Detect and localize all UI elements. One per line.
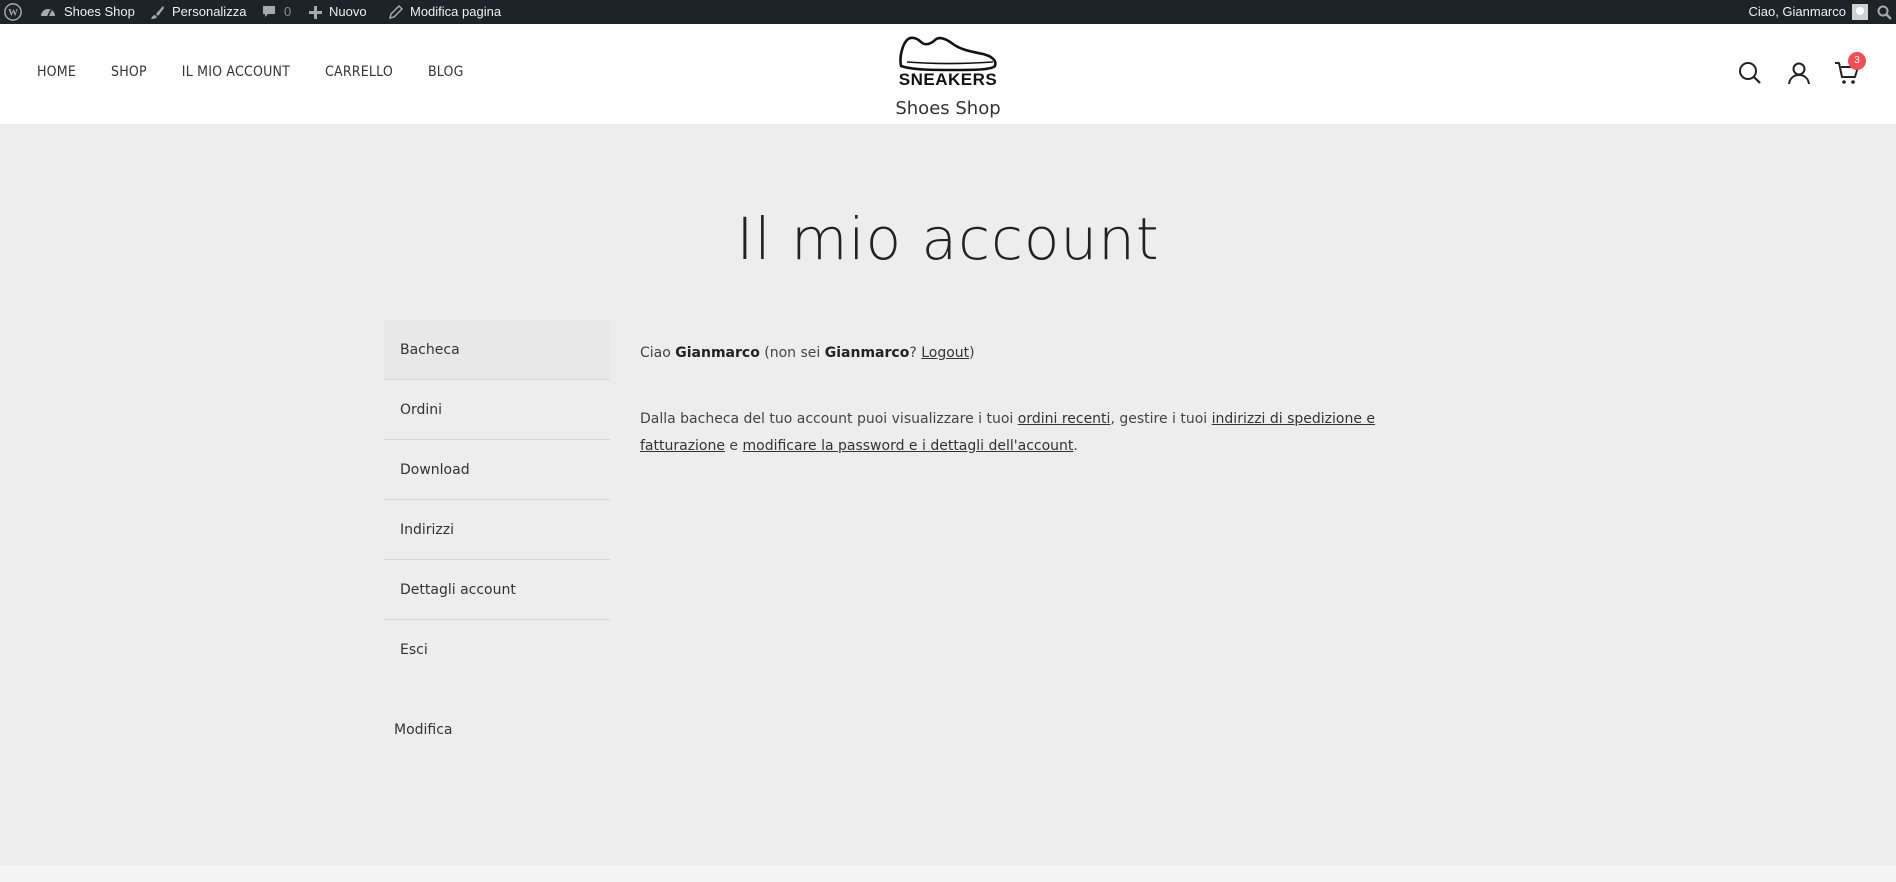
dashboard-text-4: . bbox=[1073, 438, 1078, 454]
logo-text: SNEAKERS bbox=[898, 70, 998, 89]
admin-new-link[interactable]: Nuovo bbox=[309, 0, 367, 24]
dashboard-icon bbox=[40, 5, 56, 19]
account-nav-logout[interactable]: Esci bbox=[384, 620, 610, 680]
sneaker-icon bbox=[899, 36, 997, 72]
svg-text:W: W bbox=[8, 8, 18, 19]
admin-account-link[interactable]: Ciao, Gianmarco bbox=[1748, 0, 1868, 24]
admin-site-name: Shoes Shop bbox=[64, 4, 135, 19]
main-nav: HOME SHOP IL MIO ACCOUNT CARRELLO BLOG bbox=[37, 64, 499, 80]
nav-item-my-account[interactable]: IL MIO ACCOUNT bbox=[182, 64, 290, 80]
comment-icon bbox=[262, 5, 276, 19]
nav-item-blog[interactable]: BLOG bbox=[428, 64, 464, 80]
edit-link[interactable]: Modifica bbox=[394, 722, 453, 738]
account-nav-orders[interactable]: Ordini bbox=[384, 380, 610, 440]
account-nav-downloads[interactable]: Download bbox=[384, 440, 610, 500]
cart-count-badge: 3 bbox=[1848, 52, 1866, 70]
account-content: Ciao Gianmarco (non sei Gianmarco? Logou… bbox=[640, 340, 1380, 460]
dashboard-text-3: e bbox=[724, 438, 743, 454]
wordpress-logo-icon[interactable]: W bbox=[4, 0, 22, 24]
page-title: Il mio account bbox=[736, 205, 1160, 273]
username: Gianmarco bbox=[675, 345, 760, 361]
search-icon[interactable] bbox=[1737, 60, 1763, 86]
footer-strip bbox=[0, 866, 1896, 882]
admin-bar: W Shoes Shop Personalizza 0 Nuovo Modifi… bbox=[0, 0, 1896, 24]
admin-customize-link[interactable]: Personalizza bbox=[150, 0, 246, 24]
close-paren: ) bbox=[969, 345, 975, 361]
admin-comments-link[interactable]: 0 bbox=[262, 0, 291, 24]
pencil-icon bbox=[389, 5, 403, 19]
dashboard-paragraph: Dalla bacheca del tuo account puoi visua… bbox=[640, 406, 1380, 460]
recent-orders-link[interactable]: ordini recenti bbox=[1018, 411, 1111, 427]
account-navigation: Bacheca Ordini Download Indirizzi Dettag… bbox=[384, 320, 610, 680]
site-header: HOME SHOP IL MIO ACCOUNT CARRELLO BLOG S… bbox=[0, 24, 1896, 124]
account-nav-addresses[interactable]: Indirizzi bbox=[384, 500, 610, 560]
not-you-suffix: ? bbox=[909, 345, 922, 361]
site-logo[interactable]: SNEAKERS bbox=[893, 32, 1003, 94]
admin-site-link[interactable]: Shoes Shop bbox=[40, 0, 135, 24]
edit-account-link[interactable]: modificare la password e i dettagli dell… bbox=[743, 438, 1074, 454]
nav-item-cart[interactable]: CARRELLO bbox=[325, 64, 393, 80]
dashboard-text-1: Dalla bacheca del tuo account puoi visua… bbox=[640, 411, 1018, 427]
admin-comments-count: 0 bbox=[284, 4, 292, 19]
not-you-username: Gianmarco bbox=[824, 345, 910, 361]
admin-edit-page-link[interactable]: Modifica pagina bbox=[389, 0, 501, 24]
brush-icon bbox=[150, 5, 165, 20]
admin-customize-label: Personalizza bbox=[172, 4, 247, 19]
logout-link[interactable]: Logout bbox=[921, 345, 969, 361]
admin-search-icon[interactable] bbox=[1877, 0, 1892, 24]
greeting-paragraph: Ciao Gianmarco (non sei Gianmarco? Logou… bbox=[640, 340, 1380, 367]
dashboard-text-2: , gestire i tuoi bbox=[1110, 411, 1212, 427]
nav-item-home[interactable]: HOME bbox=[37, 64, 76, 80]
admin-edit-page-label: Modifica pagina bbox=[410, 4, 502, 19]
admin-greeting: Ciao, Gianmarco bbox=[1748, 4, 1846, 19]
greeting-prefix: Ciao bbox=[640, 345, 676, 361]
avatar bbox=[1852, 4, 1868, 20]
account-nav-account-details[interactable]: Dettagli account bbox=[384, 560, 610, 620]
user-icon[interactable] bbox=[1786, 60, 1812, 86]
not-you-prefix: (non sei bbox=[759, 345, 825, 361]
account-nav-dashboard[interactable]: Bacheca bbox=[384, 320, 610, 380]
admin-new-label: Nuovo bbox=[329, 4, 367, 19]
site-title: Shoes Shop bbox=[895, 98, 1001, 119]
nav-item-shop[interactable]: SHOP bbox=[111, 64, 147, 80]
plus-icon bbox=[309, 5, 322, 19]
